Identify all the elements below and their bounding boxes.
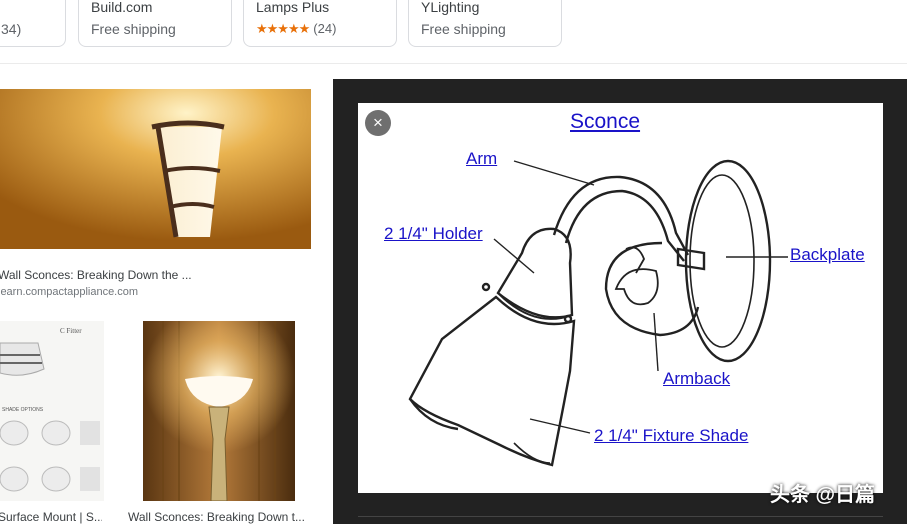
product-card-rating: ★★★★★ (24): [256, 20, 336, 37]
rating-count: (24): [313, 21, 337, 36]
result-title-2[interactable]: Surface Mount | S...: [0, 510, 102, 524]
product-card-shipping: Free shipping: [91, 21, 176, 37]
label-armback: Armback: [663, 369, 731, 388]
result-title-3[interactable]: Wall Sconces: Breaking Down t...: [128, 510, 308, 524]
result-thumbnail-1[interactable]: [0, 89, 311, 249]
rating-stars-icon: ★★★★★: [256, 21, 310, 36]
label-holder: 2 1/4" Holder: [384, 224, 483, 243]
product-card-1[interactable]: 34): [0, 0, 66, 47]
label-backplate: Backplate: [790, 245, 865, 264]
product-card-store: YLighting: [421, 0, 480, 15]
result-source-1[interactable]: learn.compactappliance.com: [0, 286, 308, 298]
close-icon[interactable]: ×: [365, 110, 391, 136]
product-card-sub: 34): [1, 21, 22, 37]
product-card-store: Lamps Plus: [256, 0, 330, 15]
result-title-1[interactable]: Wall Sconces: Breaking Down the ...: [0, 268, 308, 282]
thumb-options-text: SHADE OPTIONS: [2, 407, 44, 413]
label-arm: Arm: [466, 149, 498, 168]
result-thumbnail-2[interactable]: C Fitter SHADE OPTIONS: [0, 321, 104, 501]
product-card-build[interactable]: Build.com Free shipping: [78, 0, 232, 47]
diagram-title: Sconce: [570, 110, 641, 133]
label-fixture-shade: 2 1/4" Fixture Shade: [594, 426, 749, 445]
thumb-brand-text: C Fitter: [60, 327, 82, 335]
product-card-ylighting[interactable]: YLighting Free shipping: [408, 0, 562, 47]
product-card-lamps-plus[interactable]: Lamps Plus ★★★★★ (24): [243, 0, 397, 47]
divider: [358, 516, 883, 517]
product-card-shipping: Free shipping: [421, 21, 506, 37]
divider: [0, 63, 907, 64]
watermark: 头条 @日篇: [770, 484, 876, 506]
result-thumbnail-3[interactable]: [143, 321, 295, 501]
product-card-store: Build.com: [91, 0, 153, 15]
